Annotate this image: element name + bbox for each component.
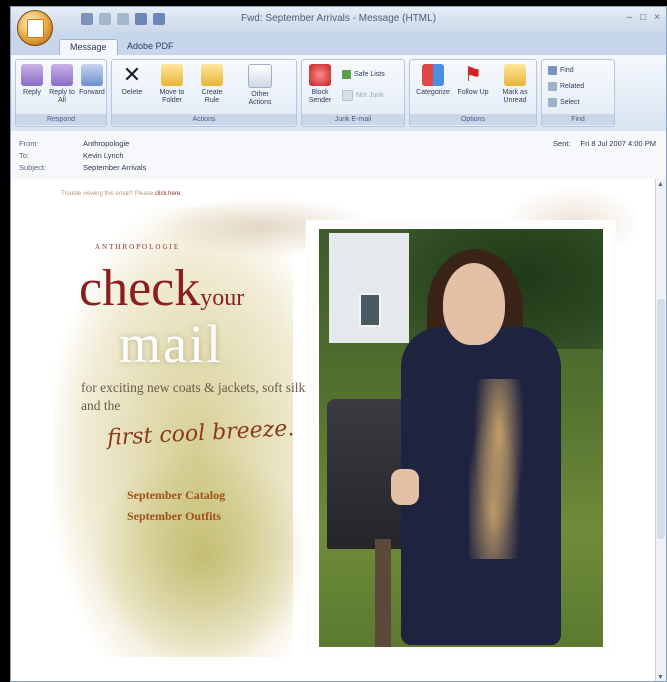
scroll-thumb[interactable] — [657, 299, 665, 539]
group-actions: ✕ Delete Move to Folder Create Rule Othe… — [111, 59, 297, 127]
not-junk-icon — [342, 90, 353, 101]
mailbox-post — [375, 539, 391, 647]
block-sender-button[interactable]: Block Sender — [306, 64, 334, 105]
tab-adobe-pdf[interactable]: Adobe PDF — [117, 39, 184, 55]
headline-mail: mail — [119, 314, 223, 374]
sent-value: Fri 8 Jul 2007 4:00 PM — [580, 139, 656, 148]
group-respond-label: Respond — [16, 114, 106, 125]
headline-your: your — [200, 285, 245, 311]
september-outfits-link[interactable]: September Outfits — [127, 506, 225, 527]
categorize-button[interactable]: Categorize — [416, 64, 450, 97]
model-face — [443, 263, 505, 345]
find-button[interactable]: Find — [548, 66, 574, 75]
barn-shape — [329, 233, 409, 343]
safe-lists-icon — [342, 70, 351, 79]
select-button[interactable]: Select — [548, 98, 579, 107]
model-hand — [391, 469, 419, 505]
group-find-label: Find — [542, 114, 614, 125]
flag-icon: ⚑ — [464, 64, 482, 86]
forward-icon — [81, 64, 103, 86]
forward-button[interactable]: Forward — [78, 64, 106, 97]
group-find: Find Related Select Find — [541, 59, 615, 127]
unread-envelope-icon — [504, 64, 526, 86]
other-actions-icon — [248, 64, 272, 88]
vertical-scrollbar[interactable]: ▲ ▼ — [655, 179, 666, 681]
scroll-down-icon[interactable]: ▼ — [657, 674, 664, 681]
barn-window — [359, 293, 381, 327]
reply-all-button[interactable]: Reply to All — [48, 64, 76, 105]
from-value[interactable]: Anthropologie — [83, 139, 129, 148]
promo-photo[interactable] — [311, 225, 611, 651]
not-junk-button[interactable]: Not Junk — [342, 90, 384, 101]
coat-embroidery — [469, 379, 529, 559]
window-controls: – □ × — [627, 12, 660, 23]
tab-message[interactable]: Message — [59, 39, 118, 55]
block-sender-icon — [309, 64, 331, 86]
sent-label: Sent: — [552, 139, 571, 148]
view-online-link[interactable]: click here. — [155, 191, 182, 197]
photo-scene — [319, 229, 603, 647]
to-value[interactable]: Kevin Lynch — [83, 151, 124, 160]
mark-as-unread-button[interactable]: Mark as Unread — [496, 64, 534, 105]
create-rule-button[interactable]: Create Rule — [198, 64, 226, 105]
select-icon — [548, 98, 557, 107]
reply-button[interactable]: Reply — [18, 64, 46, 97]
promo-links: September Catalog September Outfits — [127, 485, 225, 527]
follow-up-button[interactable]: ⚑ Follow Up — [456, 64, 490, 97]
september-catalog-link[interactable]: September Catalog — [127, 485, 225, 506]
sent-row: Sent: Fri 8 Jul 2007 4:00 PM — [553, 139, 656, 148]
delete-icon: ✕ — [122, 62, 142, 87]
headline-check: check — [79, 260, 201, 317]
group-junk-email: Block Sender Safe Lists Not Junk Junk E-… — [301, 59, 405, 127]
preheader: Trouble viewing this email? Please click… — [61, 191, 182, 197]
office-logo-icon — [27, 19, 44, 38]
from-row: From: Anthropologie — [19, 139, 129, 148]
group-respond: Reply Reply to All Forward Respond — [15, 59, 107, 127]
move-to-folder-button[interactable]: Move to Folder — [158, 64, 186, 105]
watercolor-wash-green — [93, 447, 313, 667]
folder-icon — [161, 64, 183, 86]
safe-lists-button[interactable]: Safe Lists — [342, 70, 385, 79]
maximize-button[interactable]: □ — [640, 12, 646, 23]
to-row: To: Kevin Lynch — [19, 151, 124, 160]
group-junk-label: Junk E-mail — [302, 114, 404, 125]
message-header: From: Anthropologie To: Kevin Lynch Subj… — [11, 131, 666, 180]
delete-button[interactable]: ✕ Delete — [118, 64, 146, 97]
to-label: To: — [19, 151, 30, 160]
ribbon-tabs: Message Adobe PDF — [11, 33, 666, 55]
subject-label: Subject: — [19, 163, 47, 172]
related-icon — [548, 82, 557, 91]
message-window: Fwd: September Arrivals - Message (HTML)… — [10, 6, 667, 682]
subject-value: September Arrivals — [83, 163, 147, 172]
group-options: Categorize ⚑ Follow Up Mark as Unread Op… — [409, 59, 537, 127]
group-options-label: Options — [410, 114, 536, 125]
reply-all-icon — [51, 64, 73, 86]
binoculars-icon — [548, 66, 557, 75]
subject-row: Subject: September Arrivals — [19, 163, 146, 172]
ribbon: Reply Reply to All Forward Respond ✕ Del… — [11, 55, 666, 132]
headline-check-your: checkyour — [79, 263, 244, 315]
close-button[interactable]: × — [654, 12, 660, 23]
categorize-icon — [422, 64, 444, 86]
scroll-up-icon[interactable]: ▲ — [657, 181, 664, 188]
related-button[interactable]: Related — [548, 82, 584, 91]
promo-copy: for exciting new coats & jackets, soft s… — [81, 380, 311, 413]
other-actions-button[interactable]: Other Actions — [240, 64, 280, 107]
from-label: From: — [19, 139, 39, 148]
office-button[interactable] — [17, 10, 53, 46]
brand-logo[interactable]: ANTHROPOLOGIE — [95, 243, 180, 251]
rule-icon — [201, 64, 223, 86]
promo-banner: Trouble viewing this email? Please click… — [33, 187, 638, 677]
window-title: Fwd: September Arrivals - Message (HTML) — [240, 13, 437, 24]
group-actions-label: Actions — [112, 114, 296, 125]
minimize-button[interactable]: – — [627, 12, 633, 23]
reply-icon — [21, 64, 43, 86]
title-bar: Fwd: September Arrivals - Message (HTML)… — [11, 7, 666, 33]
